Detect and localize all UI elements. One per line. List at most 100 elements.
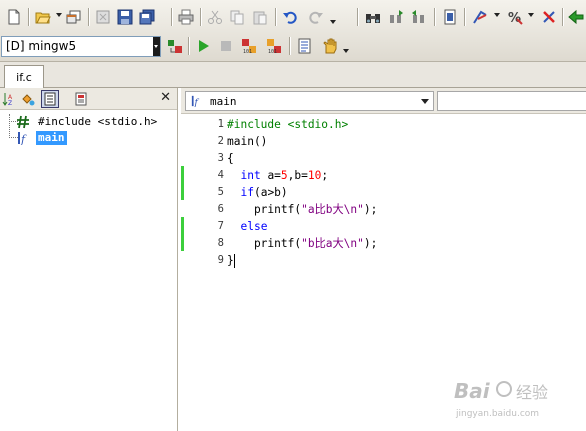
- toolbar-separator: [200, 8, 202, 26]
- toolbar-separator: [188, 37, 190, 55]
- debug-dropdown-arrow[interactable]: [343, 49, 349, 53]
- svg-text:%: %: [508, 11, 521, 25]
- close-panel-button[interactable]: ✕: [160, 90, 171, 105]
- new-file-button[interactable]: [4, 7, 24, 27]
- insert-button[interactable]: [470, 7, 490, 27]
- code-line[interactable]: printf("b比a大\n");: [227, 235, 377, 252]
- open-file-button[interactable]: [33, 7, 53, 27]
- redo-dropdown-arrow[interactable]: [330, 20, 336, 24]
- uncomment-button[interactable]: [539, 7, 559, 27]
- tree-item-main[interactable]: f main: [0, 130, 177, 146]
- save-all-icon: [139, 9, 155, 25]
- code-line[interactable]: #include <stdio.h>: [227, 116, 348, 133]
- rebuild-button[interactable]: 101: [264, 36, 284, 56]
- grid-doc-icon: [75, 92, 87, 106]
- debug-button[interactable]: [320, 36, 340, 56]
- show-members-button[interactable]: [19, 90, 37, 108]
- function-selector[interactable]: f main: [185, 91, 434, 111]
- find-next-button[interactable]: [386, 7, 406, 27]
- open-dropdown-arrow[interactable]: [56, 13, 62, 17]
- printer-icon: [178, 9, 194, 25]
- goto-page-icon: [444, 9, 456, 25]
- main-toolbar: %: [0, 4, 586, 32]
- save-button[interactable]: [115, 7, 135, 27]
- compiler-select[interactable]: [D] mingw5: [1, 36, 161, 57]
- stop-button[interactable]: [216, 36, 236, 56]
- toolbar-separator: [464, 8, 466, 26]
- line-number: 3: [217, 152, 224, 164]
- watermark-url: jingyan.baidu.com: [455, 409, 539, 419]
- line-number: 4: [217, 169, 224, 181]
- code-line[interactable]: else: [227, 218, 267, 235]
- find-next-icon: [390, 10, 403, 23]
- goto-button[interactable]: [440, 7, 460, 27]
- undo-button[interactable]: [280, 7, 300, 27]
- insert-dropdown-arrow[interactable]: [494, 13, 500, 17]
- text-caret: [233, 254, 235, 268]
- run-button[interactable]: [193, 36, 213, 56]
- symbol-search-field[interactable]: [437, 91, 586, 111]
- cut-button[interactable]: [205, 7, 225, 27]
- tab-label: if.c: [16, 70, 32, 84]
- build-button[interactable]: 101: [239, 36, 259, 56]
- toolbar-separator: [171, 8, 173, 26]
- tree-item-label: main: [36, 131, 67, 145]
- line-number: 8: [217, 237, 224, 249]
- svg-text:f: f: [193, 97, 199, 107]
- save-all-button[interactable]: [137, 7, 157, 27]
- find-prev-button[interactable]: [409, 7, 429, 27]
- changed-lines-marker: [181, 166, 184, 200]
- tree-item-include[interactable]: #include <stdio.h>: [0, 114, 177, 130]
- new-file-icon: [8, 9, 20, 25]
- tab-if-c[interactable]: if.c: [4, 65, 44, 88]
- class-browser-panel: AZ ✕ #include <stdio.h> f main: [0, 88, 178, 431]
- include-icon: [17, 115, 29, 129]
- toolbar-separator: [357, 8, 359, 26]
- compile-icon: [168, 40, 182, 53]
- svg-text:Bai: Bai: [454, 379, 491, 403]
- svg-text:经验: 经验: [516, 383, 548, 402]
- compiler-select-value: [D] mingw5: [6, 39, 77, 53]
- tree-view-button[interactable]: [41, 90, 59, 108]
- file-tab-strip: if.c: [0, 62, 586, 88]
- play-icon: [199, 40, 209, 52]
- svg-text:101: 101: [268, 49, 277, 54]
- project-options-button[interactable]: [295, 36, 315, 56]
- print-button[interactable]: [176, 7, 196, 27]
- tree-item-label: #include <stdio.h>: [38, 115, 158, 128]
- hand-icon: [323, 38, 337, 54]
- code-line[interactable]: int a=5,b=10;: [227, 167, 328, 184]
- percent-icon: %: [508, 11, 523, 25]
- comment-dropdown-arrow[interactable]: [528, 13, 534, 17]
- redo-icon: [309, 11, 323, 24]
- paste-icon: [253, 11, 267, 25]
- close-file-button[interactable]: [93, 7, 113, 27]
- changed-lines-marker: [181, 217, 184, 251]
- code-line[interactable]: main(): [227, 133, 267, 150]
- code-line[interactable]: if(a>b): [227, 184, 287, 201]
- line-number: 6: [217, 203, 224, 215]
- sort-button[interactable]: AZ: [0, 90, 18, 108]
- compile-button[interactable]: [165, 36, 185, 56]
- save-icon: [117, 9, 133, 25]
- chevron-down-icon[interactable]: [421, 99, 429, 104]
- paste-button[interactable]: [250, 7, 270, 27]
- back-button[interactable]: [566, 7, 586, 27]
- reopen-button[interactable]: [64, 7, 84, 27]
- code-line[interactable]: printf("a比b大\n");: [227, 201, 377, 218]
- find-button[interactable]: [363, 7, 383, 27]
- code-line[interactable]: {: [227, 150, 234, 167]
- class-view-button[interactable]: [72, 90, 90, 108]
- toggle-comment-button[interactable]: %: [505, 7, 525, 27]
- redo-button[interactable]: [306, 7, 326, 27]
- code-line[interactable]: }: [227, 252, 235, 269]
- line-number: 2: [217, 135, 224, 147]
- chevron-down-icon[interactable]: [153, 37, 160, 56]
- function-selector-value: main: [210, 95, 237, 108]
- copy-button[interactable]: [227, 7, 247, 27]
- toolbar-separator: [275, 8, 277, 26]
- rebuild-icon: 101: [267, 39, 281, 54]
- compile-toolbar: [D] mingw5 101 101: [0, 33, 586, 61]
- open-folder-icon: [35, 12, 51, 24]
- line-number-gutter: 1 2 3 4 5 6 7 8 9: [181, 115, 227, 431]
